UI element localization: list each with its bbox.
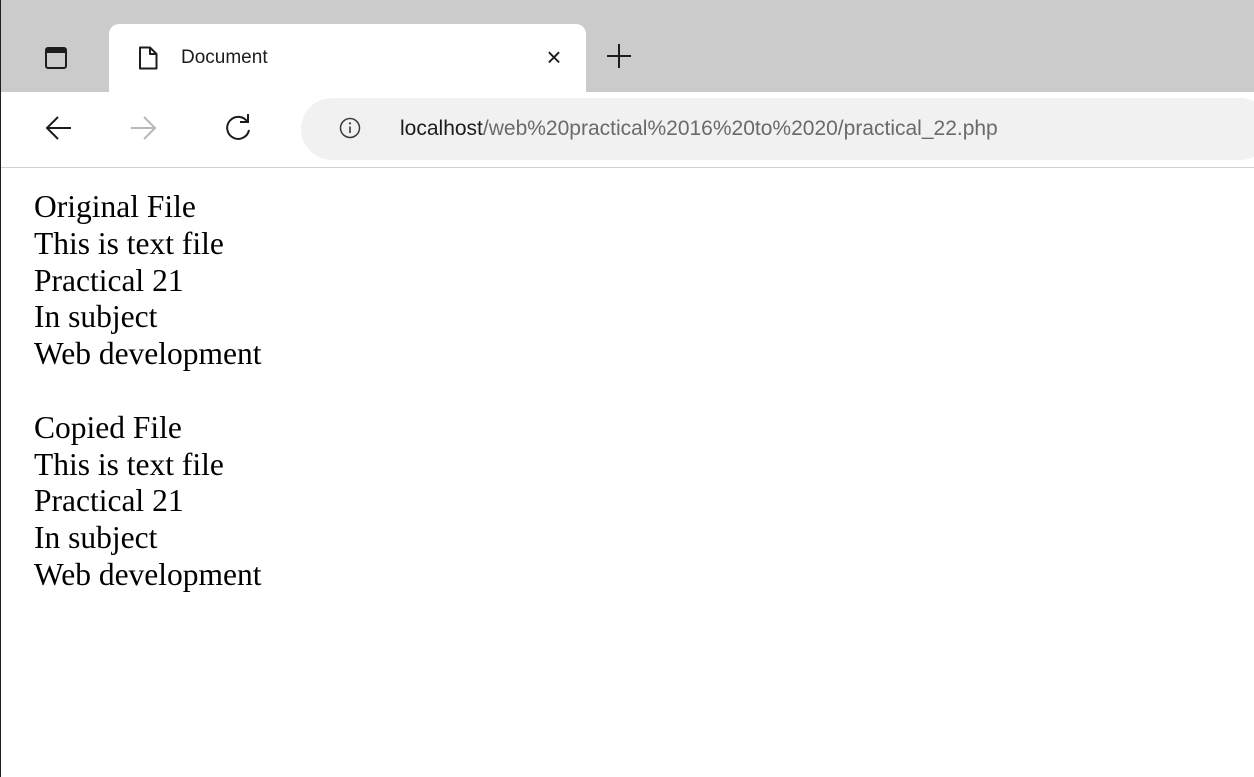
url-text[interactable]: localhost/web%20practical%2016%20to%2020… — [400, 115, 998, 143]
original-file-heading: Original File — [34, 189, 196, 224]
close-tab-icon[interactable]: × — [539, 42, 569, 72]
page-icon — [139, 46, 158, 70]
url-host: localhost — [400, 117, 483, 140]
plus-icon[interactable] — [599, 36, 639, 76]
browser-window: Document × localhost/web%20practical%201… — [0, 0, 1254, 777]
copied-line: This is text file — [34, 446, 224, 482]
copied-line: In subject — [34, 520, 158, 556]
original-line: This is text file — [34, 225, 224, 261]
toolbar: localhost/web%20practical%2016%20to%2020… — [1, 92, 1254, 168]
arrow-left-icon[interactable] — [39, 108, 79, 148]
copied-line: Practical 21 — [34, 483, 184, 519]
copied-line: Web development — [34, 556, 262, 592]
tab-title: Document — [181, 47, 268, 68]
copied-file-heading: Copied File — [34, 409, 182, 445]
original-line: Web development — [34, 336, 262, 372]
line-break — [34, 373, 262, 410]
tab-strip: Document × — [1, 0, 1254, 92]
url-path: /web%20practical%2016%20to%2020/practica… — [482, 117, 998, 140]
address-bar[interactable]: localhost/web%20practical%2016%20to%2020… — [301, 98, 1254, 160]
original-line: Practical 21 — [34, 262, 184, 298]
arrow-right-icon[interactable] — [123, 108, 163, 148]
tab-actions-icon[interactable] — [45, 47, 67, 69]
info-icon[interactable] — [339, 117, 361, 139]
tab-document[interactable]: Document × — [109, 24, 586, 92]
page-content: Original File This is text file Practica… — [34, 189, 262, 594]
reload-icon[interactable] — [218, 108, 258, 148]
original-line: In subject — [34, 299, 158, 335]
